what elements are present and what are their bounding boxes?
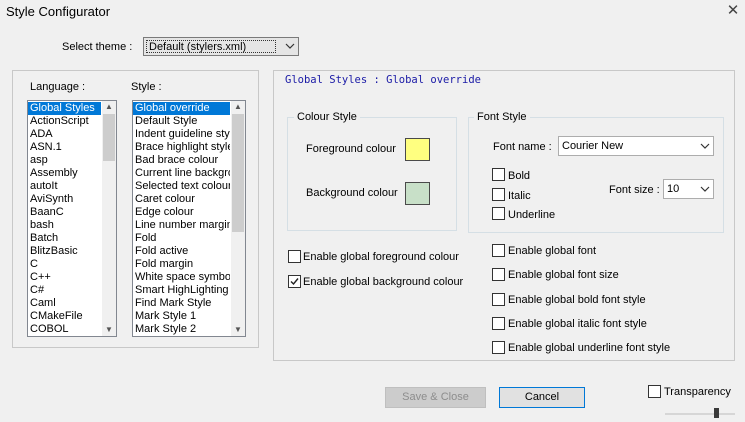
detail-heading: Global Styles : Global override [285, 74, 481, 86]
enable-global-background-label: Enable global background colour [303, 276, 464, 288]
list-item[interactable]: Caml [28, 297, 101, 310]
italic-label: Italic [508, 190, 531, 202]
list-item[interactable]: Batch [28, 232, 101, 245]
font-name-select[interactable]: Courier New [558, 136, 714, 156]
language-list[interactable]: Global Styles ActionScript ADA ASN.1 asp Asse… [27, 100, 117, 337]
list-item[interactable]: ASN.1 [28, 141, 101, 154]
list-item[interactable]: Mark Style 1 [133, 310, 230, 323]
foreground-colour-label: Foreground colour [306, 143, 396, 155]
list-item[interactable]: White space symbol [133, 271, 230, 284]
scroll-down-arrow-icon[interactable]: ▼ [102, 324, 116, 336]
foreground-colour-swatch[interactable] [405, 138, 430, 161]
enable-global-font-checkbox[interactable] [492, 244, 505, 257]
list-item[interactable]: Fold margin [133, 258, 230, 271]
list-item[interactable]: bash [28, 219, 101, 232]
list-item[interactable]: Fold [133, 232, 230, 245]
list-item[interactable]: C++ [28, 271, 101, 284]
list-item[interactable]: Global override [133, 102, 230, 115]
font-name-label: Font name : [493, 141, 552, 153]
transparency-label: Transparency [664, 386, 731, 398]
enable-global-foreground-checkbox[interactable] [288, 250, 301, 263]
list-item[interactable]: C# [28, 284, 101, 297]
font-style-label: Font Style [474, 111, 530, 123]
list-item[interactable]: ADA [28, 128, 101, 141]
list-item[interactable]: Line number margin [133, 219, 230, 232]
background-colour-swatch[interactable] [405, 182, 430, 205]
enable-global-italic-label: Enable global italic font style [508, 318, 647, 330]
italic-checkbox[interactable] [492, 188, 505, 201]
list-item[interactable]: BaanC [28, 206, 101, 219]
list-item[interactable]: Bad brace colour [133, 154, 230, 167]
list-item[interactable]: Caret colour [133, 193, 230, 206]
list-item[interactable]: Edge colour [133, 206, 230, 219]
close-icon[interactable]: ✕ [722, 0, 744, 22]
bold-label: Bold [508, 170, 531, 182]
chevron-down-icon [700, 139, 710, 156]
scroll-thumb[interactable] [232, 114, 244, 232]
theme-select-value: Default (stylers.xml) [146, 40, 276, 53]
scroll-up-arrow-icon[interactable]: ▲ [231, 101, 245, 113]
enable-global-italic-checkbox[interactable] [492, 317, 505, 330]
list-item[interactable]: Brace highlight style [133, 141, 230, 154]
scroll-up-arrow-icon[interactable]: ▲ [102, 101, 116, 113]
enable-global-underline-label: Enable global underline font style [508, 342, 671, 354]
enable-global-underline-checkbox[interactable] [492, 341, 505, 354]
list-item[interactable]: BlitzBasic [28, 245, 101, 258]
transparency-slider-thumb[interactable] [714, 408, 719, 418]
colour-style-label: Colour Style [294, 111, 360, 123]
enable-global-foreground-label: Enable global foreground colour [303, 251, 459, 263]
underline-checkbox[interactable] [492, 207, 505, 220]
select-theme-label: Select theme : [62, 41, 133, 53]
font-style-group [468, 117, 724, 233]
language-scrollbar[interactable]: ▲ ▼ [102, 101, 116, 336]
style-header: Style : [131, 81, 162, 93]
bold-checkbox[interactable] [492, 168, 505, 181]
list-item[interactable]: Global Styles [28, 102, 101, 115]
transparency-slider-track[interactable] [665, 413, 735, 415]
chevron-down-icon [700, 182, 710, 199]
chevron-down-icon [285, 39, 295, 56]
enable-global-bold-label: Enable global bold font style [508, 294, 646, 306]
list-item[interactable]: Smart HighLighting [133, 284, 230, 297]
cancel-button[interactable]: Cancel [499, 387, 585, 408]
transparency-checkbox[interactable] [648, 385, 661, 398]
list-item[interactable]: Default Style [133, 115, 230, 128]
list-item[interactable]: COBOL [28, 323, 101, 336]
enable-global-font-size-checkbox[interactable] [492, 268, 505, 281]
style-list[interactable]: Global override Default Style Indent guide… [132, 100, 246, 337]
font-size-label: Font size : [609, 184, 660, 196]
list-item[interactable]: asp [28, 154, 101, 167]
list-item[interactable]: Assembly [28, 167, 101, 180]
font-name-value: Courier New [562, 140, 624, 152]
enable-global-font-size-label: Enable global font size [508, 269, 619, 281]
colour-style-group [287, 117, 457, 231]
background-colour-label: Background colour [306, 187, 398, 199]
list-item[interactable]: C [28, 258, 101, 271]
style-scrollbar[interactable]: ▲ ▼ [231, 101, 245, 336]
list-item[interactable]: ActionScript [28, 115, 101, 128]
list-item[interactable]: Mark Style 2 [133, 323, 230, 336]
list-item[interactable]: Selected text colour [133, 180, 230, 193]
list-item[interactable]: Current line background colour [133, 167, 230, 180]
scroll-thumb[interactable] [103, 114, 115, 161]
scroll-down-arrow-icon[interactable]: ▼ [231, 324, 245, 336]
theme-select[interactable]: Default (stylers.xml) [143, 37, 299, 56]
enable-global-bold-checkbox[interactable] [492, 293, 505, 306]
language-header: Language : [30, 81, 86, 93]
list-item[interactable]: Find Mark Style [133, 297, 230, 310]
underline-label: Underline [508, 209, 556, 221]
enable-global-font-label: Enable global font [508, 245, 597, 257]
list-item[interactable]: AviSynth [28, 193, 101, 206]
list-item[interactable]: CMakeFile [28, 310, 101, 323]
enable-global-background-checkbox[interactable] [288, 275, 301, 288]
font-size-value: 10 [667, 183, 680, 195]
window-title: Style Configurator [6, 4, 111, 19]
save-close-button[interactable]: Save & Close [385, 387, 486, 408]
list-item[interactable]: Indent guideline style [133, 128, 230, 141]
list-item[interactable]: autoIt [28, 180, 101, 193]
font-size-select[interactable]: 10 [663, 179, 714, 199]
list-item[interactable]: Fold active [133, 245, 230, 258]
